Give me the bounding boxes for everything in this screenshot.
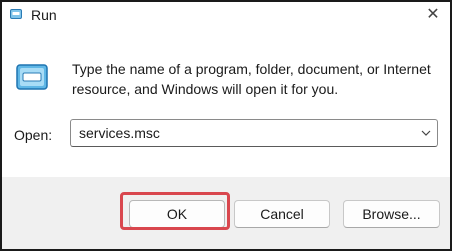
chevron-down-icon[interactable] — [421, 128, 431, 138]
close-icon: ✕ — [426, 6, 440, 23]
run-dialog: Run ✕ Type the name of a program, folder… — [0, 0, 452, 251]
open-label: Open: — [14, 127, 53, 143]
browse-button[interactable]: Browse... — [343, 200, 440, 228]
title-bar: Run ✕ — [2, 2, 450, 28]
ok-highlight-box — [120, 192, 230, 230]
open-combobox[interactable]: services.msc — [70, 119, 438, 147]
window-title: Run — [31, 7, 57, 23]
open-input-value[interactable]: services.msc — [79, 125, 160, 141]
run-icon — [10, 9, 22, 19]
description-text: Type the name of a program, folder, docu… — [72, 61, 431, 97]
cancel-button[interactable]: Cancel — [234, 200, 330, 228]
close-button[interactable]: ✕ — [422, 5, 444, 25]
run-app-icon — [16, 64, 48, 90]
